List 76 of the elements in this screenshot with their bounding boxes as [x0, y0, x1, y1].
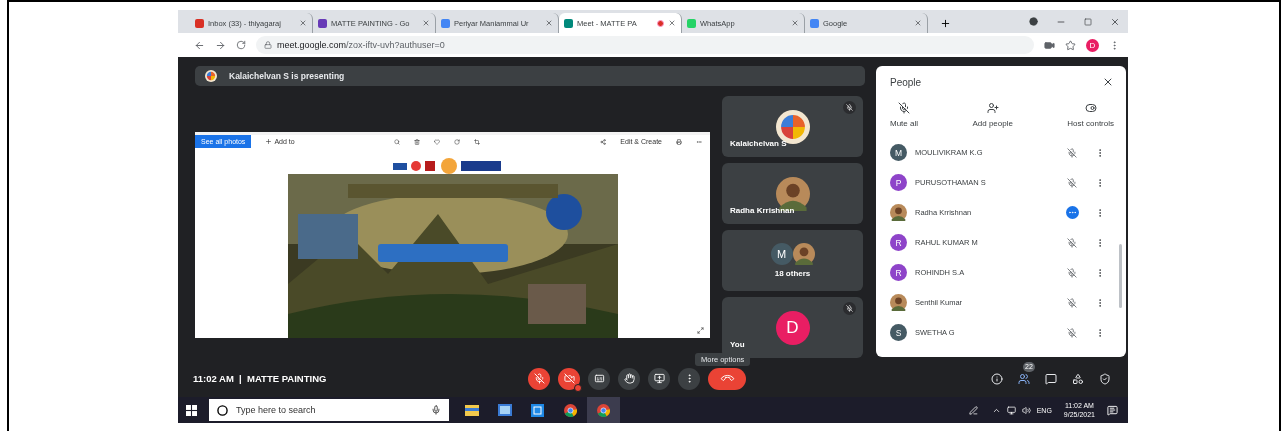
hang-up-button[interactable] [708, 367, 746, 390]
present-button[interactable] [648, 367, 670, 390]
raise-hand-button[interactable] [618, 367, 640, 390]
back-icon[interactable] [194, 39, 205, 51]
search-input[interactable]: Type here to search [234, 404, 425, 416]
scrollbar-thumb[interactable] [1119, 244, 1122, 308]
captions-icon [593, 373, 605, 384]
panel-title: People [890, 76, 922, 88]
microphone-icon [431, 405, 441, 415]
close-icon[interactable] [1110, 16, 1120, 27]
camera-off-icon [563, 373, 575, 384]
activities-icon[interactable] [1072, 372, 1084, 385]
participant-tile: D You [722, 297, 863, 358]
host-controls-icon[interactable] [1099, 372, 1111, 385]
zoom-icon[interactable] [393, 138, 400, 145]
lock-icon [264, 41, 272, 49]
maximize-icon[interactable] [1084, 17, 1092, 26]
info-icon[interactable] [991, 372, 1003, 385]
close-icon[interactable] [1102, 76, 1114, 88]
participant-tile: Radha Krrishnan [722, 163, 863, 224]
crop-icon[interactable] [473, 138, 480, 145]
host-controls-button[interactable]: Host controls [1067, 102, 1114, 128]
bookmark-icon[interactable] [1065, 39, 1076, 51]
network-icon[interactable] [1006, 405, 1016, 415]
chat-icon[interactable] [1045, 372, 1057, 385]
captions-button[interactable] [588, 367, 610, 390]
avatar-initial: R [890, 264, 907, 281]
warning-badge [574, 383, 582, 392]
camera-button[interactable] [558, 367, 580, 390]
notifications-icon[interactable] [1107, 404, 1118, 416]
mute-all-button[interactable]: Mute all [890, 102, 918, 128]
avatar-initial: M [770, 243, 793, 265]
windows-logo-icon[interactable] [186, 404, 197, 416]
address-field[interactable]: meet.google.com/zox-iftv-uvh?authuser=0 [256, 36, 1034, 54]
hand-icon [623, 373, 635, 384]
mic-off-icon [533, 373, 545, 384]
more-options-button[interactable] [678, 367, 700, 390]
mic-off-icon [898, 102, 910, 114]
recording-icon [657, 19, 664, 27]
person-avatar [890, 204, 907, 221]
print-icon[interactable] [676, 138, 682, 145]
avatar-initial: R [890, 234, 907, 251]
chrome-icon[interactable] [587, 397, 620, 423]
volume-icon[interactable] [1021, 405, 1031, 415]
add-person-icon [986, 102, 999, 114]
presenting-text: Kalaichelvan S is presenting [229, 71, 345, 81]
college-logo-icon [205, 70, 217, 82]
meeting-info: 11:02 AM | MATTE PAINTING [193, 373, 327, 384]
participant-tile: M 18 others [722, 230, 863, 291]
pen-icon[interactable] [968, 405, 978, 415]
delete-icon[interactable] [413, 138, 420, 145]
participant-tile: Kalaichelvan S [722, 96, 863, 157]
profile-avatar[interactable]: D [1086, 38, 1099, 52]
camera-icon[interactable] [1044, 39, 1055, 51]
more-icon[interactable] [696, 138, 702, 145]
microphone-button[interactable] [528, 367, 550, 390]
search-field[interactable]: Type here to search [209, 399, 449, 421]
new-tab-icon[interactable] [940, 18, 951, 29]
avatar-initial: S [890, 324, 907, 341]
fullscreen-icon[interactable] [697, 327, 704, 334]
toggle-icon [1084, 102, 1097, 114]
reload-icon[interactable] [236, 40, 246, 50]
person-avatar [792, 243, 815, 265]
avatar-initial: D [775, 310, 810, 345]
record-icon[interactable] [1029, 17, 1038, 26]
share-icon[interactable] [600, 138, 607, 145]
cortana-icon [217, 404, 228, 416]
rotate-icon[interactable] [453, 138, 460, 145]
plus-icon [265, 138, 273, 145]
present-screen-icon [653, 373, 665, 384]
people-icon[interactable] [1018, 372, 1030, 385]
avatar-initial: P [890, 174, 907, 191]
person-avatar [890, 294, 907, 311]
add-people-button[interactable]: Add people [972, 102, 1013, 128]
avatar-initial: M [890, 144, 907, 161]
forward-icon[interactable] [215, 39, 226, 51]
